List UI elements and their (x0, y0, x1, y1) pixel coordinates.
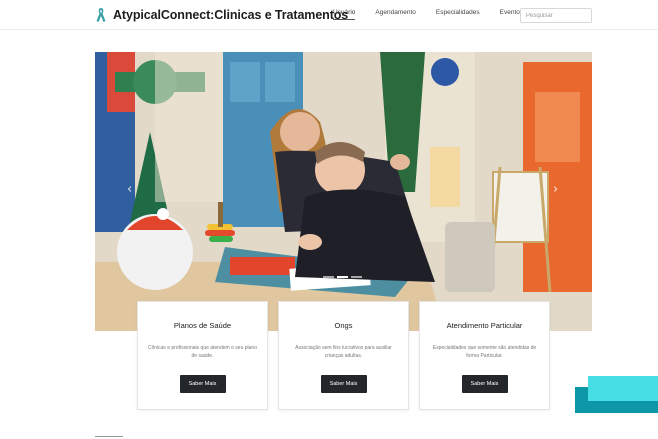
nav-link-especialidades[interactable]: Especialidades (436, 9, 480, 20)
brand[interactable]: AtypicalConnect:Clinicas e Tratamentos (95, 7, 348, 23)
card-title: Planos de Saúde (173, 321, 232, 330)
hero-carousel: ‹ › (95, 52, 592, 331)
card-text: Clínicas e profissionais que atendem o s… (148, 345, 257, 359)
divider (95, 436, 123, 437)
nav-link-agendamento[interactable]: Agendamento (375, 9, 415, 20)
card-text: Associação sem fins lucrativos para auxi… (295, 345, 392, 359)
carousel-indicator-1[interactable] (323, 276, 334, 278)
card-text: Especialidades que somente são atendidas… (432, 345, 537, 359)
nav-link-usuario[interactable]: Usuário (333, 9, 356, 20)
card-title: Atendimento Particular (446, 321, 523, 330)
card-planos-de-saude: Planos de Saúde Clínicas e profissionais… (137, 301, 268, 410)
saber-mais-button[interactable]: Saber Mais (320, 375, 367, 393)
chevron-right-icon[interactable]: › (553, 182, 558, 197)
card-atendimento-particular: Atendimento Particular Especialidades qu… (419, 301, 550, 410)
chevron-left-icon[interactable]: ‹ (127, 182, 132, 197)
card-ongs: Ongs Associação sem fins lucrativos para… (278, 301, 409, 410)
saber-mais-button[interactable]: Saber Mais (461, 375, 508, 393)
nav-links: Usuário Agendamento Especialidades Event… (333, 9, 543, 20)
search-input[interactable] (520, 8, 592, 23)
carousel-indicator-2[interactable] (337, 276, 348, 278)
card-title: Ongs (334, 321, 353, 330)
decorative-block-light (588, 376, 658, 401)
brand-name: AtypicalConnect:Clinicas e Tratamentos (113, 8, 349, 22)
carousel-indicator-3[interactable] (351, 276, 362, 278)
hero-image (95, 52, 592, 331)
carousel-indicators (323, 276, 365, 278)
saber-mais-button[interactable]: Saber Mais (179, 375, 226, 393)
ribbon-icon (95, 7, 107, 23)
navbar: AtypicalConnect:Clinicas e Tratamentos U… (0, 0, 658, 30)
